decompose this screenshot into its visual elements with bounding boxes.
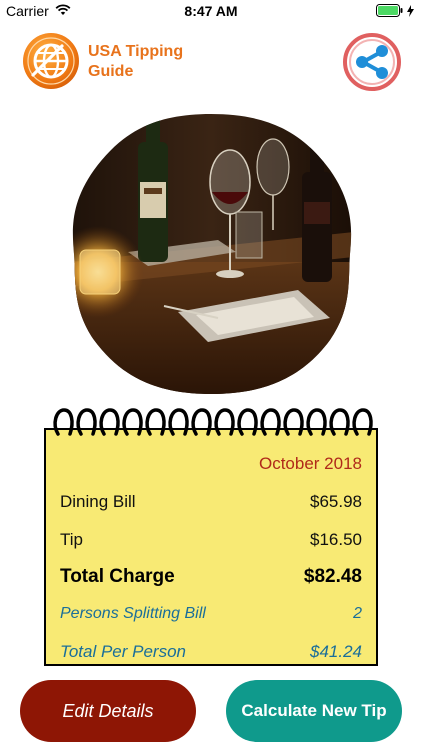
share-button[interactable] bbox=[342, 32, 402, 92]
globe-icon bbox=[22, 32, 80, 90]
restaurant-photo bbox=[68, 112, 354, 396]
spiral-binding-icon bbox=[53, 408, 373, 436]
charging-icon bbox=[407, 4, 414, 20]
persons-label: Persons Splitting Bill bbox=[60, 605, 206, 622]
persons-value: 2 bbox=[353, 605, 362, 622]
per-person-label: Total Per Person bbox=[60, 642, 186, 661]
total-charge-row: Total Charge $82.48 bbox=[60, 566, 362, 588]
tip-row: Tip $16.50 bbox=[60, 530, 362, 550]
tip-value: $16.50 bbox=[310, 530, 362, 549]
app-screen: Carrier 8:47 AM USA Tipping Guide Octobe… bbox=[0, 0, 422, 750]
dining-bill-row: Dining Bill $65.98 bbox=[60, 492, 362, 512]
share-icon bbox=[343, 33, 401, 91]
status-right bbox=[376, 4, 414, 20]
edit-details-label: Edit Details bbox=[62, 700, 154, 721]
app-title: USA Tipping Guide bbox=[88, 43, 184, 80]
battery-icon bbox=[376, 4, 404, 20]
status-bar: Carrier 8:47 AM bbox=[0, 0, 422, 22]
date-row: October 2018 bbox=[60, 454, 362, 474]
notepad-paper: October 2018 Dining Bill $65.98 Tip $16.… bbox=[44, 428, 378, 666]
status-time: 8:47 AM bbox=[184, 3, 238, 19]
total-charge-label: Total Charge bbox=[60, 566, 175, 587]
dining-bill-value: $65.98 bbox=[310, 492, 362, 511]
calculate-new-tip-label: Calculate New Tip bbox=[241, 701, 387, 720]
per-person-value: $41.24 bbox=[310, 642, 362, 661]
calculate-new-tip-button[interactable]: Calculate New Tip bbox=[226, 680, 402, 742]
dining-bill-label: Dining Bill bbox=[60, 492, 136, 511]
date-label: October 2018 bbox=[258, 454, 362, 473]
per-person-row: Total Per Person $41.24 bbox=[60, 642, 362, 662]
total-charge-value: $82.48 bbox=[303, 566, 362, 587]
persons-row: Persons Splitting Bill 2 bbox=[60, 605, 362, 623]
app-header: USA Tipping Guide bbox=[0, 28, 422, 98]
tip-label: Tip bbox=[60, 530, 83, 549]
receipt-notepad: October 2018 Dining Bill $65.98 Tip $16.… bbox=[44, 404, 378, 666]
edit-details-button[interactable]: Edit Details bbox=[20, 680, 196, 742]
